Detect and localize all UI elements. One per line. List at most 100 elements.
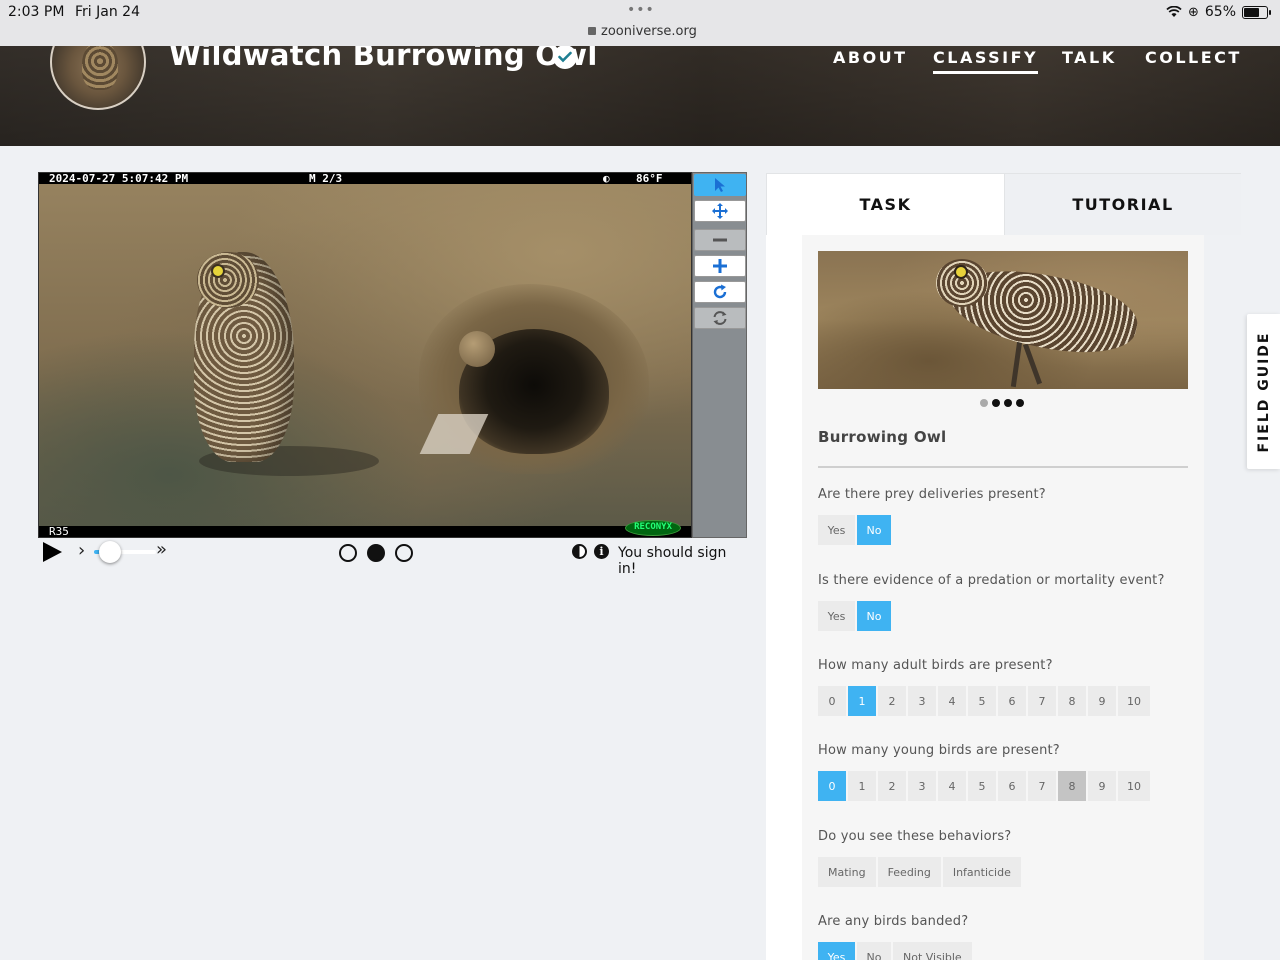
invert-contrast-icon[interactable] [572,544,587,559]
battery-icon [1242,5,1271,19]
answer-adults-8[interactable]: 8 [1058,686,1086,716]
answer-banded-no[interactable]: No [857,942,891,960]
field-guide-label: FIELD GUIDE [1255,330,1272,453]
answers-behaviors: Mating Feeding Infanticide [818,857,1021,887]
nav-classify[interactable]: CLASSIFY [933,48,1039,74]
slider-thumb[interactable] [99,541,121,563]
moon-phase-icon: ◐ [603,172,610,185]
battery-percent: 65% [1204,4,1236,20]
answer-behavior-infanticide[interactable]: Infanticide [942,857,1021,887]
verified-badge-icon [553,46,577,69]
answer-predation-no[interactable]: No [857,601,891,631]
task-panel: Burrowing Owl Are there prey deliveries … [802,235,1204,960]
question-prey: Are there prey deliveries present? [818,487,1046,502]
nav-collect[interactable]: COLLECT [1145,48,1242,67]
answer-young-1[interactable]: 1 [848,771,876,801]
camera-info-band: 2024-07-27 5:07:42 PM M 2/3 ◐ 86°F [39,173,691,184]
image-toolbar [692,172,747,538]
carousel-dot-3[interactable] [1004,399,1012,407]
answer-young-5[interactable]: 5 [968,771,996,801]
carousel-dot-4[interactable] [1016,399,1024,407]
frame-dot-2[interactable] [367,544,385,562]
zoom-out-icon [713,238,727,242]
zoom-in-button[interactable] [694,255,746,277]
answer-prey-yes[interactable]: Yes [818,515,855,545]
status-right: ⊕ 65% [1166,4,1271,20]
question-behaviors: Do you see these behaviors? [818,829,1012,844]
carousel-dot-2[interactable] [992,399,1000,407]
sign-in-message[interactable]: You should sign in! [618,545,748,577]
answers-predation: Yes No [818,601,891,631]
answer-adults-3[interactable]: 3 [908,686,936,716]
answer-young-3[interactable]: 3 [908,771,936,801]
pointer-tool-button[interactable] [694,174,746,196]
image-carousel-dots [980,399,1024,407]
frame-dot-1[interactable] [339,544,357,562]
reset-icon [713,311,727,325]
reset-button[interactable] [694,307,746,329]
answer-adults-0[interactable]: 0 [818,686,846,716]
rotate-button[interactable] [694,281,746,303]
answer-young-7[interactable]: 7 [1028,771,1056,801]
answer-young-6[interactable]: 6 [998,771,1026,801]
project-header: Wildwatch Burrowing Owl ABOUT CLASSIFY T… [0,46,1280,146]
status-time: 2:03 PM [8,4,65,20]
lock-icon [588,27,596,35]
status-bar: 2:03 PM Fri Jan 24 ••• zooniverse.org ⊕ … [0,0,1280,46]
answers-adults: 0 1 2 3 4 5 6 7 8 9 10 [818,686,1150,716]
camera-id: R35 [49,525,69,538]
carousel-dot-1[interactable] [980,399,988,407]
speed-slow-icon[interactable]: › [78,540,85,561]
answer-adults-4[interactable]: 4 [938,686,966,716]
tab-task[interactable]: TASK [767,174,1004,235]
nav-about[interactable]: ABOUT [833,48,908,67]
answer-young-4[interactable]: 4 [938,771,966,801]
answer-young-8[interactable]: 8 [1058,771,1086,801]
address-bar[interactable]: zooniverse.org [588,24,697,39]
answer-young-0[interactable]: 0 [818,771,846,801]
camera-timestamp: 2024-07-27 5:07:42 PM [49,172,189,185]
zoom-out-button[interactable] [694,229,746,251]
tab-tutorial[interactable]: TUTORIAL [1004,174,1241,235]
project-title[interactable]: Wildwatch Burrowing Owl [169,46,598,72]
frame-dot-3[interactable] [395,544,413,562]
answer-adults-2[interactable]: 2 [878,686,906,716]
multitasking-dots-icon[interactable]: ••• [627,2,655,18]
viewer-controls: › » i You should sign in! [38,539,748,577]
answer-banded-yes[interactable]: Yes [818,942,855,960]
answer-adults-9[interactable]: 9 [1088,686,1116,716]
answers-banded: Yes No Not Visible [818,942,972,960]
answer-behavior-mating[interactable]: Mating [818,857,876,887]
answer-adults-7[interactable]: 7 [1028,686,1056,716]
answer-adults-10[interactable]: 10 [1118,686,1150,716]
task-tabs: TASK TUTORIAL [766,173,1241,235]
orientation-lock-icon: ⊕ [1187,4,1199,20]
subject-image[interactable]: 2024-07-27 5:07:42 PM M 2/3 ◐ 86°F R35 R… [38,172,692,538]
question-young: How many young birds are present? [818,743,1060,758]
answer-behavior-feeding[interactable]: Feeding [877,857,941,887]
speed-fast-icon[interactable]: » [156,539,167,560]
camera-footer: R35 RECONYX [39,520,691,538]
question-predation: Is there evidence of a predation or mort… [818,573,1165,588]
play-icon[interactable] [43,542,62,562]
question-adults: How many adult birds are present? [818,658,1053,673]
address-bar-url: zooniverse.org [601,24,697,39]
answer-adults-5[interactable]: 5 [968,686,996,716]
answer-prey-no[interactable]: No [857,515,891,545]
answer-predation-yes[interactable]: Yes [818,601,855,631]
species-example-image [818,251,1188,389]
answer-young-10[interactable]: 10 [1118,771,1150,801]
answer-adults-6[interactable]: 6 [998,686,1026,716]
pan-tool-button[interactable] [694,200,746,222]
field-guide-button[interactable]: FIELD GUIDE [1247,314,1280,469]
question-banded: Are any birds banded? [818,914,969,929]
answers-young: 0 1 2 3 4 5 6 7 8 9 10 [818,771,1150,801]
nav-talk[interactable]: TALK [1062,48,1117,67]
answer-adults-1[interactable]: 1 [848,686,876,716]
info-icon[interactable]: i [594,544,609,559]
answer-young-2[interactable]: 2 [878,771,906,801]
answer-young-9[interactable]: 9 [1088,771,1116,801]
pointer-icon [715,178,725,192]
answer-banded-not-visible[interactable]: Not Visible [893,942,972,960]
wifi-icon [1166,6,1182,18]
